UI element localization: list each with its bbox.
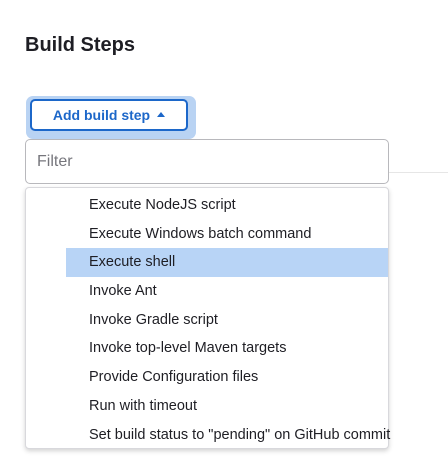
filter-input[interactable] (25, 139, 389, 184)
add-build-step-label: Add build step (52, 107, 151, 123)
menu-item-execute-shell[interactable]: Execute shell (66, 248, 388, 278)
menu-item-invoke-maven-targets[interactable]: Invoke top-level Maven targets (66, 334, 388, 363)
menu-item-execute-windows-batch-command[interactable]: Execute Windows batch command (66, 220, 388, 249)
menu-item-invoke-gradle-script[interactable]: Invoke Gradle script (66, 306, 388, 335)
add-build-step-button[interactable]: Add build step (30, 99, 188, 131)
menu-item-set-github-build-status[interactable]: Set build status to "pending" on GitHub … (66, 421, 390, 450)
build-steps-page: Build Steps Add build step Execute NodeJ… (0, 0, 448, 476)
menu-item-invoke-ant[interactable]: Invoke Ant (66, 277, 388, 306)
section-title: Build Steps (25, 34, 136, 56)
menu-item-execute-nodejs-script[interactable]: Execute NodeJS script (66, 191, 388, 220)
build-step-dropdown-menu: Execute NodeJS script Execute Windows ba… (25, 187, 390, 450)
menu-item-provide-configuration-files[interactable]: Provide Configuration files (66, 363, 388, 392)
caret-up-icon (157, 111, 166, 117)
add-build-step-focus-ring: Add build step (26, 96, 196, 139)
menu-item-run-with-timeout[interactable]: Run with timeout (66, 392, 388, 421)
